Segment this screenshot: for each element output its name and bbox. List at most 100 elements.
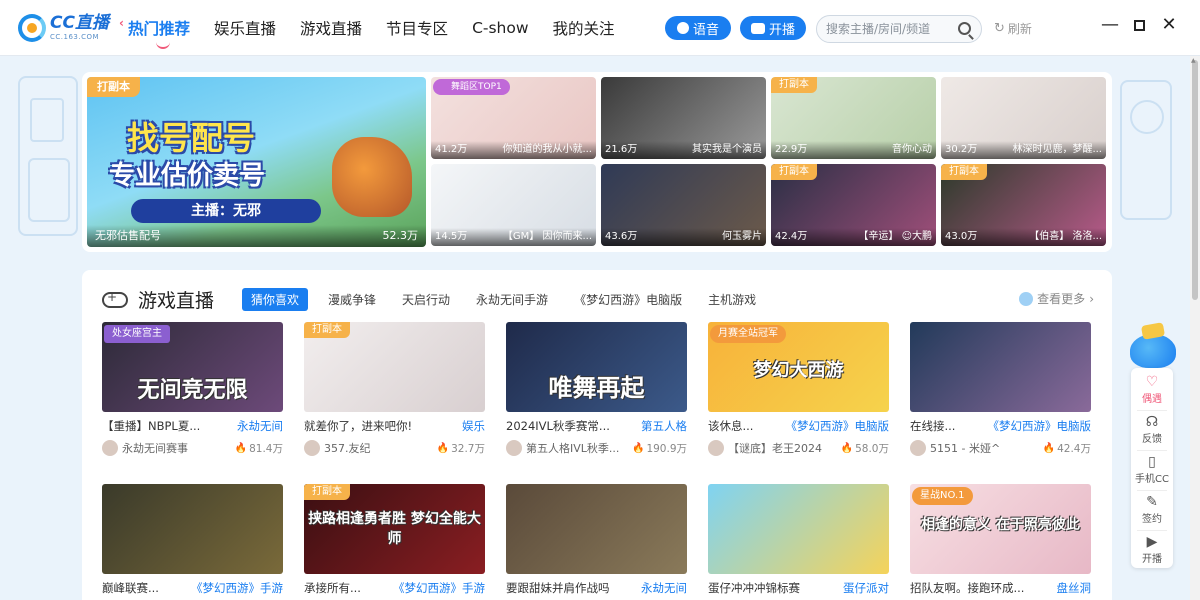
floatbar-encounter[interactable]: ♡ 偶遇 <box>1131 374 1173 405</box>
maximize-button[interactable] <box>1127 14 1151 36</box>
card-category-link[interactable]: 《梦幻西游》手游 <box>393 580 485 596</box>
nav-item-2[interactable]: 游戏直播 <box>300 17 362 39</box>
card-host[interactable]: 5151 - 米娅^ <box>910 440 1000 456</box>
heat-value: 58.0万 <box>855 442 889 455</box>
cc-logo[interactable]: CC直播 CC.163.COM <box>18 14 109 42</box>
floatbar-go-live[interactable]: ▶ 开播 <box>1131 534 1173 565</box>
card-category-link[interactable]: 蛋仔派对 <box>843 580 889 596</box>
scrollbar-thumb[interactable] <box>1192 60 1198 300</box>
section-tab-4[interactable]: 《梦幻西游》电脑版 <box>574 291 682 308</box>
card-host[interactable]: 永劫无间赛事 <box>102 440 188 456</box>
card-category-link[interactable]: 《梦幻西游》电脑版 <box>786 418 890 434</box>
stream-card[interactable]: 星战NO.1 相逢的意义 在于照亮彼此招队友啊。接跑环成... 盘丝洞 <box>910 484 1091 596</box>
stream-thumbnail[interactable] <box>910 322 1091 412</box>
view-more-link[interactable]: 查看更多 › <box>1019 290 1094 307</box>
card-title: 招队友啊。接跑环成... <box>910 581 1025 595</box>
thumb-title: 其实我是个演员 <box>692 144 762 155</box>
card-category-link[interactable]: 盘丝洞 <box>1057 580 1092 596</box>
thumb-title: 何玉雾片 <box>722 231 762 242</box>
card-title-row: 就差你了，进来吧你! 娱乐 <box>304 418 485 434</box>
stream-thumbnail[interactable]: 唯舞再起 <box>506 322 687 412</box>
feature-headline-2: 专业估价卖号 <box>109 161 266 191</box>
top-bar: CC直播 CC.163.COM 热门推荐 娱乐直播 游戏直播 节目专区 C-show 我的… <box>0 0 1200 56</box>
stream-thumbnail[interactable]: 打副本 挟路相逢勇者胜 梦幻全能大师 <box>304 484 485 574</box>
card-host[interactable]: 【谜底】老王2024 <box>708 440 822 456</box>
banner-feature-card[interactable]: 打副本 找号配号 专业估价卖号 主播：无邪 无邪估售配号 52.3万 <box>87 77 426 247</box>
card-title: 该休息... <box>708 419 754 433</box>
search-icon[interactable] <box>958 22 971 35</box>
card-category-link[interactable]: 永劫无间 <box>237 418 283 434</box>
search-input[interactable] <box>826 22 952 36</box>
avatar <box>304 440 320 456</box>
floatbar-mobile-cc[interactable]: ▯ 手机CC <box>1131 454 1173 485</box>
stream-thumbnail[interactable] <box>102 484 283 574</box>
card-category-link[interactable]: 第五人格 <box>641 418 687 434</box>
stream-card[interactable]: 蛋仔冲冲冲锦标赛 蛋仔派对 <box>708 484 889 596</box>
voice-button-label: 语音 <box>692 22 719 38</box>
banner-thumb[interactable]: 打副本 42.4万 【辛运】 ☺大鹏 <box>771 164 936 246</box>
scroll-up-icon[interactable]: ▲ <box>1191 57 1196 64</box>
card-category-link[interactable]: 《梦幻西游》电脑版 <box>988 418 1092 434</box>
floatbar-divider <box>1137 410 1167 411</box>
thumb-viewers: 42.4万 <box>775 231 808 242</box>
section-tab-0[interactable]: 猜你喜欢 <box>242 288 309 311</box>
close-button[interactable]: ✕ <box>1157 14 1181 35</box>
stream-thumbnail[interactable] <box>708 484 889 574</box>
category-tag: 打副本 <box>304 322 350 338</box>
go-live-button[interactable]: 开播 <box>740 16 806 40</box>
card-title: 承接所有... <box>304 581 361 595</box>
host-name: 5151 - 米娅^ <box>930 442 1001 455</box>
stream-thumbnail[interactable]: 处女座宫主 无间竞无限 <box>102 322 283 412</box>
minimize-button[interactable]: — <box>1098 14 1122 35</box>
section-tab-2[interactable]: 天启行动 <box>402 291 450 308</box>
nav-item-1[interactable]: 娱乐直播 <box>214 17 276 39</box>
section-tab-1[interactable]: 漫威争锋 <box>328 291 376 308</box>
nav-item-0[interactable]: 热门推荐 <box>119 16 190 49</box>
stream-thumbnail[interactable]: 打副本 <box>304 322 485 412</box>
nav-item-3[interactable]: 节目专区 <box>386 17 448 39</box>
heat-value: 190.9万 <box>646 442 687 455</box>
voice-button[interactable]: 语音 <box>665 16 731 40</box>
view-more-label: 查看更多 <box>1037 292 1086 306</box>
card-host[interactable]: 第五人格IVL秋季... <box>506 440 619 456</box>
section-tab-5[interactable]: 主机游戏 <box>708 291 756 308</box>
card-title: 要跟甜妹并肩作战吗 <box>506 581 610 595</box>
thumb-viewers: 14.5万 <box>435 231 468 242</box>
card-category-link[interactable]: 《梦幻西游》手游 <box>191 580 283 596</box>
stream-card[interactable]: 打副本 挟路相逢勇者胜 梦幻全能大师承接所有... 《梦幻西游》手游 <box>304 484 485 596</box>
thumb-caption: 43.6万 何玉雾片 <box>601 228 766 246</box>
section-tab-3[interactable]: 永劫无间手游 <box>476 291 548 308</box>
floatbar-feedback[interactable]: ☊ 反馈 <box>1131 414 1173 445</box>
thumb-caption: 43.0万 【伯喜】 洛洛... <box>941 228 1106 246</box>
card-category-link[interactable]: 娱乐 <box>462 418 485 434</box>
banner-thumb[interactable]: 14.5万 【GM】 因你而来... <box>431 164 596 246</box>
card-category-link[interactable]: 永劫无间 <box>641 580 687 596</box>
card-meta-row: 357.友纪 🔥 32.7万 <box>304 440 485 456</box>
card-host[interactable]: 357.友纪 <box>304 440 371 456</box>
stream-card[interactable]: 月赛全站冠军 梦幻大西游 该休息... 《梦幻西游》电脑版 【谜底】老王2024 🔥 58.… <box>708 322 889 456</box>
nav-item-5[interactable]: 我的关注 <box>553 17 615 39</box>
refresh-button[interactable]: ↻ 刷新 <box>994 20 1032 37</box>
nav-item-4[interactable]: C-show <box>472 19 528 37</box>
card-title-row: 2024IVL秋季赛常... 第五人格 <box>506 418 687 434</box>
stream-card[interactable]: 在线接... 《梦幻西游》电脑版 5151 - 米娅^ 🔥 42.4万 <box>910 322 1091 456</box>
feedback-icon: ☊ <box>1145 414 1159 430</box>
card-title-row: 承接所有... 《梦幻西游》手游 <box>304 580 485 596</box>
stream-thumbnail[interactable]: 月赛全站冠军 梦幻大西游 <box>708 322 889 412</box>
stream-thumbnail[interactable] <box>506 484 687 574</box>
stream-card[interactable]: 处女座宫主 无间竞无限 【重播】NBPL夏... 永劫无间 永劫无间赛事 🔥 81.4万 <box>102 322 283 456</box>
stream-thumbnail[interactable]: 星战NO.1 相逢的意义 在于照亮彼此 <box>910 484 1091 574</box>
go-live-icon: ▶ <box>1146 534 1158 550</box>
banner-thumb[interactable]: 打副本 43.0万 【伯喜】 洛洛... <box>941 164 1106 246</box>
banner-thumb[interactable]: 打副本 22.9万 音你心动 <box>771 77 936 159</box>
banner-thumb[interactable]: 43.6万 何玉雾片 <box>601 164 766 246</box>
banner-thumb[interactable]: 21.6万 其实我是个演员 <box>601 77 766 159</box>
mascot-icon[interactable] <box>1130 334 1176 368</box>
stream-card[interactable]: 要跟甜妹并肩作战吗 永劫无间 <box>506 484 687 596</box>
stream-card[interactable]: 打副本就差你了，进来吧你! 娱乐 357.友纪 🔥 32.7万 <box>304 322 485 456</box>
floatbar-sign[interactable]: ✎ 签约 <box>1131 494 1173 525</box>
stream-card[interactable]: 唯舞再起 2024IVL秋季赛常... 第五人格 第五人格IVL秋季... 🔥 190.9… <box>506 322 687 456</box>
banner-thumb[interactable]: 舞蹈区TOP1 41.2万 你知道的我从小就... <box>431 77 596 159</box>
banner-thumb[interactable]: 30.2万 林深时见鹿，梦醒... <box>941 77 1106 159</box>
stream-card[interactable]: 巅峰联赛... 《梦幻西游》手游 <box>102 484 283 596</box>
